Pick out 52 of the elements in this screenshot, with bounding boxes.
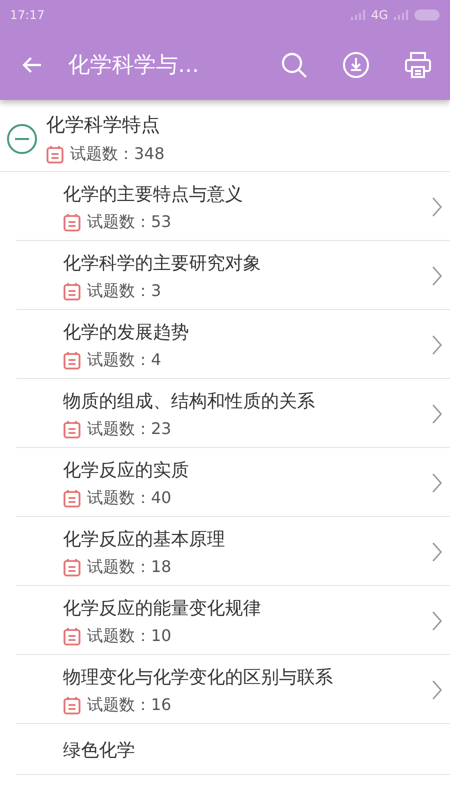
item-title: 化学的主要特点与意义	[63, 182, 244, 206]
chevron-icon	[432, 473, 442, 493]
item-title: 绿色化学	[63, 739, 136, 762]
item-title: 化学反应的基本原理	[63, 528, 226, 550]
question-count: 试题数：40	[87, 488, 172, 508]
item-title: 化学反应的实质	[63, 458, 190, 482]
chevron-icon	[432, 335, 442, 355]
calendar-icon	[63, 282, 81, 300]
signal-icon	[394, 10, 408, 20]
list-item[interactable]: 绿色化学	[16, 724, 450, 775]
question-count: 试题数：348	[70, 144, 165, 165]
calendar-icon	[63, 488, 81, 508]
page-title: 化学科学与...	[68, 52, 200, 80]
item-title: 物质的组成、结构和性质的关系	[63, 390, 316, 412]
signal-icon	[351, 10, 366, 20]
chevron-icon	[432, 197, 442, 217]
list-item[interactable]: 化学反应的基本原理 试题数：18	[16, 517, 450, 586]
list-item[interactable]: 物理变化与化学变化的区别与联系 试题数：16	[16, 655, 450, 724]
question-count: 试题数：16	[87, 694, 172, 716]
calendar-icon	[63, 212, 81, 232]
section-title: 化学科学特点	[46, 113, 161, 138]
item-title: 化学的发展趋势	[63, 320, 190, 344]
network-type: 4G	[371, 8, 388, 22]
question-count: 试题数：3	[87, 280, 162, 302]
item-title: 化学反应的能量变化规律	[63, 596, 262, 620]
calendar-icon	[63, 420, 81, 438]
chevron-icon	[432, 542, 442, 562]
calendar-icon	[46, 145, 64, 164]
question-count: 试题数：23	[87, 418, 172, 440]
calendar-icon	[63, 696, 81, 714]
chevron-icon	[432, 266, 442, 286]
calendar-icon	[63, 350, 81, 370]
calendar-icon	[63, 558, 81, 576]
chevron-icon	[432, 680, 442, 700]
list-item[interactable]: 化学科学的主要研究对象 试题数：3	[16, 241, 450, 310]
chevron-icon	[432, 611, 442, 631]
question-count: 试题数：4	[87, 350, 162, 370]
list-item[interactable]: 化学反应的能量变化规律 试题数：10	[16, 586, 450, 655]
list-item[interactable]: 化学的主要特点与意义 试题数：53	[16, 172, 450, 241]
battery-icon	[414, 9, 440, 21]
list-item[interactable]: 物质的组成、结构和性质的关系 试题数：23	[16, 379, 450, 448]
collapse-button[interactable]	[6, 122, 38, 154]
list-item[interactable]: 化学的发展趋势 试题数：4	[16, 310, 450, 379]
question-count: 试题数：10	[87, 626, 172, 646]
calendar-icon	[63, 626, 81, 646]
list-item[interactable]: 化学反应的实质 试题数：40	[16, 448, 450, 517]
item-title: 化学科学的主要研究对象	[63, 252, 262, 274]
question-count: 试题数：18	[87, 556, 172, 578]
status-time: 17:17	[10, 8, 45, 22]
chevron-icon	[432, 404, 442, 424]
question-count: 试题数：53	[87, 212, 172, 232]
item-title: 物理变化与化学变化的区别与联系	[63, 666, 334, 688]
